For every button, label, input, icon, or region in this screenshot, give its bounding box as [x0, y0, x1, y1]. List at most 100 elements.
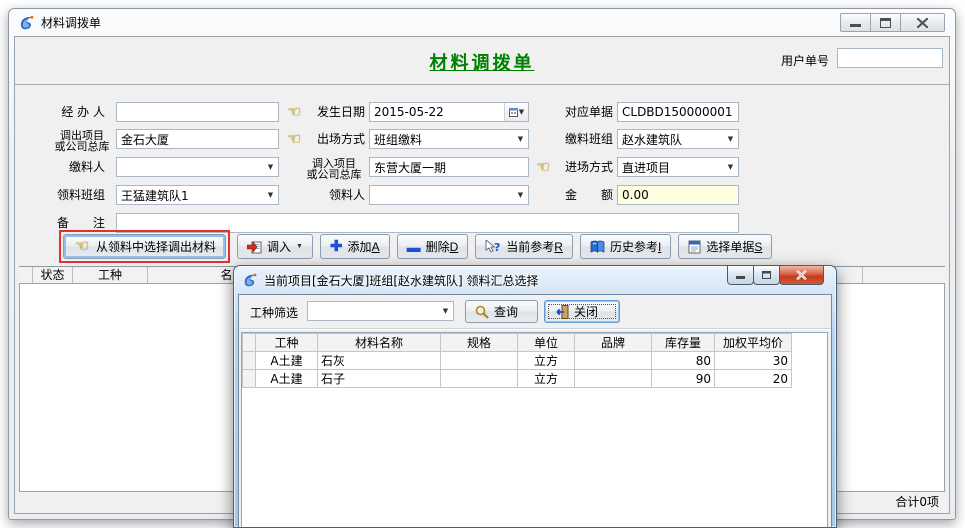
payer-label: 缴料人: [25, 157, 105, 177]
dialog-close-button[interactable]: [779, 266, 824, 285]
table-row[interactable]: A土建 石子 立方 90 20: [243, 370, 792, 388]
col-worktype[interactable]: 工种: [256, 334, 318, 352]
app-logo-icon: [18, 14, 35, 31]
calendar-dropdown-button[interactable]: ▼: [504, 103, 528, 121]
grid-column-status[interactable]: 状态: [33, 267, 73, 283]
in-project-input[interactable]: [369, 157, 529, 177]
amount-input[interactable]: [617, 185, 739, 205]
maximize-icon: [762, 271, 771, 279]
in-method-value: 直进项目: [618, 159, 723, 176]
out-project-label: 调出项目 或公司总库: [51, 130, 113, 152]
minimize-button[interactable]: [840, 13, 871, 32]
select-out-material-button[interactable]: ☜ 从领料中选择调出材料: [63, 234, 226, 259]
grid-selector-column[interactable]: [19, 267, 33, 283]
col-unit[interactable]: 单位: [518, 334, 575, 352]
col-stock[interactable]: 库存量: [652, 334, 715, 352]
history-ref-label: 历史参考I: [610, 238, 661, 255]
user-doc-input[interactable]: [837, 48, 943, 68]
import-icon: [247, 240, 262, 254]
dialog-title: 当前项目[金石大厦]班组[赵水建筑队] 领料汇总选择: [264, 272, 539, 289]
chevron-down-icon: ▼: [263, 163, 278, 171]
recv-team-select[interactable]: 王猛建筑队1 ▼: [116, 185, 279, 205]
plus-icon: ✚: [330, 239, 343, 254]
material-table-header-row: 工种 材料名称 规格 单位 品牌 库存量 加权平均价: [243, 334, 792, 352]
minus-icon: ▬: [407, 240, 421, 254]
close-action-label: 关闭: [574, 303, 598, 320]
chevron-down-icon: ▼: [296, 243, 303, 250]
operator-input[interactable]: [116, 102, 279, 122]
cell-brand: [575, 370, 652, 388]
dialog-content: 工种筛选 ▼ 查询 关闭 工种 材料名称 规格: [238, 294, 832, 527]
add-button[interactable]: ✚ 添加A: [320, 234, 390, 259]
hand-select-icon: ☜: [73, 237, 91, 257]
header-band: 材料调拨单 用户单号: [15, 37, 949, 85]
main-titlebar[interactable]: 材料调拨单: [9, 9, 955, 36]
dialog-close-action-button[interactable]: 关闭: [544, 300, 620, 323]
amount-label: 金 额: [555, 185, 613, 205]
dialog-minimize-button[interactable]: [727, 266, 754, 285]
in-method-select[interactable]: 直进项目 ▼: [617, 157, 739, 177]
delete-label: 删除D: [426, 238, 459, 255]
col-avg-price[interactable]: 加权平均价: [715, 334, 792, 352]
col-brand[interactable]: 品牌: [575, 334, 652, 352]
material-summary-dialog: 当前项目[金石大厦]班组[赵水建筑队] 领料汇总选择 工种筛选 ▼ 查询 关闭: [233, 265, 837, 528]
toolbar-separator: [239, 328, 831, 330]
chevron-down-icon: ▼: [723, 163, 738, 171]
receiver-select[interactable]: ▼: [369, 185, 529, 205]
row-selector-header: [243, 334, 256, 352]
out-project-input[interactable]: [116, 129, 279, 149]
payer-select[interactable]: ▼: [116, 157, 279, 177]
chevron-down-icon: ▼: [438, 307, 453, 315]
hand-select-icon[interactable]: ☜: [283, 129, 305, 149]
import-button[interactable]: 调入 ▼: [237, 234, 313, 259]
worktype-filter-select[interactable]: ▼: [307, 301, 454, 321]
query-button[interactable]: 查询: [465, 300, 538, 323]
toolbar: ☜ 从领料中选择调出材料 调入 ▼ ✚ 添加A ▬ 删除D ? 当前参考R: [59, 230, 772, 263]
hand-select-icon[interactable]: ☜: [532, 157, 554, 177]
in-method-label: 进场方式: [555, 157, 613, 177]
out-method-value: 班组缴料: [370, 131, 513, 148]
cell-stock: 80: [652, 352, 715, 370]
maximize-icon: [880, 18, 891, 28]
cell-unit: 立方: [518, 352, 575, 370]
dialog-window-controls: [728, 266, 824, 285]
search-icon: [475, 305, 489, 319]
pay-team-label: 缴料班组: [555, 129, 613, 149]
window-controls: [841, 13, 945, 32]
book-icon: [590, 240, 605, 253]
close-icon: [796, 270, 807, 280]
in-project-label: 调入项目 或公司总库: [303, 158, 365, 180]
add-label: 添加A: [348, 238, 380, 255]
chevron-down-icon: ▼: [513, 135, 528, 143]
cell-stock: 90: [652, 370, 715, 388]
close-icon: [917, 18, 928, 28]
select-doc-label: 选择单据S: [706, 238, 762, 255]
table-row[interactable]: A土建 石灰 立方 80 30: [243, 352, 792, 370]
row-selector[interactable]: [243, 370, 256, 388]
filter-label: 工种筛选: [250, 304, 298, 321]
out-method-select[interactable]: 班组缴料 ▼: [369, 129, 529, 149]
cell-brand: [575, 352, 652, 370]
delete-button[interactable]: ▬ 删除D: [397, 234, 469, 259]
pay-team-value: 赵水建筑队: [618, 131, 723, 148]
maximize-button[interactable]: [870, 13, 901, 32]
close-button[interactable]: [900, 13, 945, 32]
current-ref-button[interactable]: ? 当前参考R: [475, 234, 573, 259]
pay-team-select[interactable]: 赵水建筑队 ▼: [617, 129, 739, 149]
col-spec[interactable]: 规格: [441, 334, 518, 352]
occur-date-picker[interactable]: 2015-05-22 ▼: [369, 102, 529, 122]
recv-team-label: 领料班组: [25, 185, 105, 205]
operator-label: 经 办 人: [25, 102, 105, 122]
history-ref-button[interactable]: 历史参考I: [580, 234, 671, 259]
col-material-name[interactable]: 材料名称: [318, 334, 441, 352]
window-title: 材料调拨单: [41, 14, 101, 31]
select-doc-button[interactable]: 选择单据S: [678, 234, 772, 259]
occur-date-label: 发生日期: [305, 102, 365, 122]
row-selector[interactable]: [243, 352, 256, 370]
dialog-maximize-button[interactable]: [753, 266, 780, 285]
doc-no-input[interactable]: [617, 102, 739, 122]
grid-column-worktype[interactable]: 工种: [73, 267, 148, 283]
hand-select-icon[interactable]: ☜: [283, 102, 305, 122]
cell-spec: [441, 352, 518, 370]
total-count: 合计0项: [895, 495, 939, 509]
